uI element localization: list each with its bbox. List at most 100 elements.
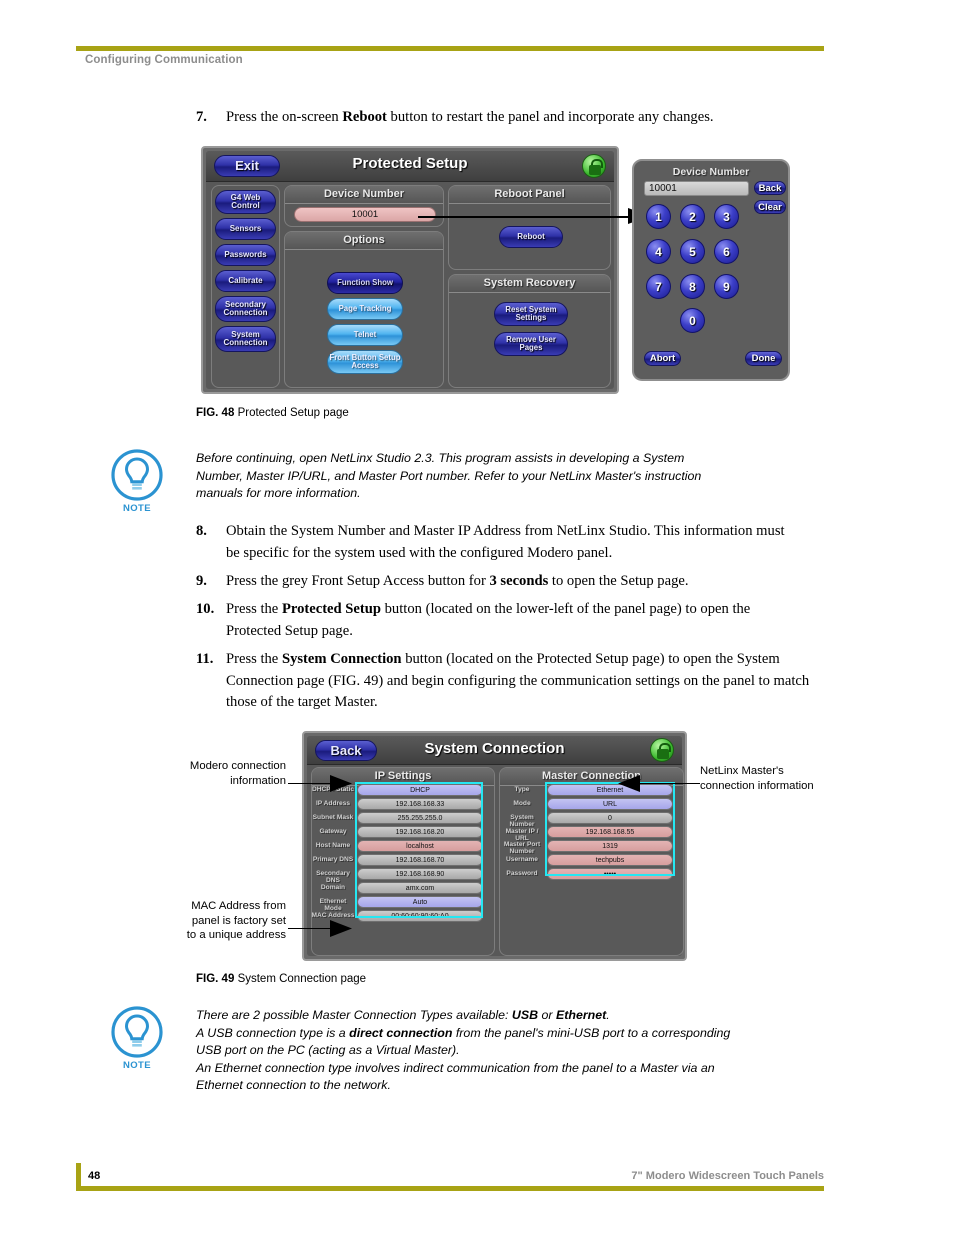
sidebar-item-secondary-connection[interactable]: Secondary Connection bbox=[215, 296, 276, 322]
reboot-button[interactable]: Reboot bbox=[499, 226, 563, 248]
step-10-number: 10. bbox=[196, 601, 215, 617]
step-11: 11. Press the System Connection button (… bbox=[196, 649, 816, 714]
keypad-key-5[interactable]: 5 bbox=[680, 239, 705, 264]
keypad-key-3[interactable]: 3 bbox=[714, 204, 739, 229]
options-group: Options Function Show Page Tracking Teln… bbox=[284, 231, 444, 388]
callout-right-arrow bbox=[618, 774, 640, 798]
header-section-title: Configuring Communication bbox=[85, 54, 243, 66]
reboot-group-header: Reboot Panel bbox=[449, 186, 610, 204]
device-number-keypad: Device Number 10001 Back Clear 1 2 3 4 5… bbox=[632, 159, 790, 381]
row-label-secondary-dns: Secondary DNS bbox=[316, 870, 350, 885]
callout-netlinx-master-connection-information: NetLinx Master's connection information bbox=[700, 765, 814, 792]
callout-modero-connection-information: Modero connection information bbox=[189, 760, 286, 787]
row-label-password: Password bbox=[506, 870, 538, 877]
keypad-key-0[interactable]: 0 bbox=[680, 308, 705, 333]
exit-button[interactable]: Exit bbox=[214, 155, 280, 177]
keypad-key-1[interactable]: 1 bbox=[646, 204, 671, 229]
row-label-domain: Domain bbox=[320, 884, 346, 891]
figure49-system-connection-panel: System Connection Back IP Settings Maste… bbox=[302, 731, 687, 961]
option-function-show[interactable]: Function Show bbox=[327, 272, 403, 294]
figure48-connector-line bbox=[418, 216, 633, 218]
step-9-text: Press the grey Front Setup Access button… bbox=[226, 573, 689, 589]
keypad-key-4[interactable]: 4 bbox=[646, 239, 671, 264]
step-7-text: Press the on-screen Reboot button to res… bbox=[226, 109, 714, 125]
device-number-field[interactable]: 10001 bbox=[294, 207, 436, 222]
lock-icon bbox=[582, 154, 606, 178]
ip-settings-highlight-box bbox=[355, 782, 483, 918]
row-label-master-port: Master Port Number bbox=[503, 841, 541, 856]
system-recovery-group: System Recovery Reset System Settings Re… bbox=[448, 274, 611, 388]
step-9: 9. Press the grey Front Setup Access but… bbox=[196, 571, 800, 593]
keypad-abort-button[interactable]: Abort bbox=[644, 351, 681, 366]
back-button[interactable]: Back bbox=[315, 740, 377, 761]
figure49-caption-text: System Connection page bbox=[237, 973, 367, 985]
lock-icon-2 bbox=[650, 738, 674, 762]
option-telnet[interactable]: Telnet bbox=[327, 324, 403, 346]
footer-page-number: 48 bbox=[88, 1170, 101, 1182]
figure48-caption-label: FIG. 48 bbox=[196, 407, 235, 419]
keypad-back-button[interactable]: Back bbox=[754, 181, 786, 195]
note2-icon-label: NOTE bbox=[123, 1060, 151, 1071]
footer-rule bbox=[76, 1186, 824, 1191]
master-connection-highlight-box bbox=[545, 782, 675, 876]
sidebar-item-system-connection[interactable]: System Connection bbox=[215, 326, 276, 352]
callout-left-bottom-arrow bbox=[330, 919, 352, 943]
figure49-caption: FIG. 49 System Connection page bbox=[196, 973, 366, 985]
figure48-caption-text: Protected Setup page bbox=[237, 407, 349, 419]
figure48-protected-setup-panel: Protected Setup Exit G4 Web Control Sens… bbox=[201, 146, 619, 394]
keypad-key-9[interactable]: 9 bbox=[714, 274, 739, 299]
reboot-panel-group: Reboot Panel Reboot bbox=[448, 185, 611, 270]
row-label-gateway: Gateway bbox=[319, 828, 347, 835]
row-label-ip-address: IP Address bbox=[315, 800, 351, 807]
row-label-username: Username bbox=[506, 856, 538, 863]
step-10: 10. Press the Protected Setup button (lo… bbox=[196, 599, 800, 642]
row-label-type: Type bbox=[514, 786, 530, 793]
keypad-key-2[interactable]: 2 bbox=[680, 204, 705, 229]
recovery-group-header: System Recovery bbox=[449, 275, 610, 293]
sidebar-item-calibrate[interactable]: Calibrate bbox=[215, 270, 276, 292]
keypad-title: Device Number bbox=[672, 166, 750, 178]
note2-icon-block: NOTE bbox=[107, 1005, 167, 1071]
callout-right-line bbox=[640, 783, 700, 784]
row-label-primary-dns: Primary DNS bbox=[312, 856, 354, 863]
panel-inner: Protected Setup Exit G4 Web Control Sens… bbox=[206, 151, 614, 389]
step-11-text: Press the System Connection button (loca… bbox=[226, 651, 810, 710]
header-rule bbox=[76, 46, 824, 51]
keypad-key-8[interactable]: 8 bbox=[680, 274, 705, 299]
figure48-caption: FIG. 48 Protected Setup page bbox=[196, 407, 349, 419]
sidebar-item-passwords[interactable]: Passwords bbox=[215, 244, 276, 266]
note1-icon-label: NOTE bbox=[123, 503, 151, 514]
option-front-button-setup-access[interactable]: Front Button Setup Access bbox=[327, 350, 403, 374]
row-label-mode: Mode bbox=[513, 800, 531, 807]
footer-document-title: 7" Modero Widescreen Touch Panels bbox=[631, 1170, 824, 1182]
keypad-key-7[interactable]: 7 bbox=[646, 274, 671, 299]
options-group-header: Options bbox=[285, 232, 443, 250]
row-label-host-name: Host Name bbox=[315, 842, 351, 849]
sidebar-item-sensors[interactable]: Sensors bbox=[215, 218, 276, 240]
note2-text: There are 2 possible Master Connection T… bbox=[196, 1008, 731, 1093]
document-page: Configuring Communication 7. Press the o… bbox=[0, 0, 954, 1235]
keypad-key-6[interactable]: 6 bbox=[714, 239, 739, 264]
row-label-subnet-mask: Subnet Mask bbox=[312, 814, 354, 821]
keypad-done-button[interactable]: Done bbox=[745, 351, 782, 366]
sidebar-group: G4 Web Control Sensors Passwords Calibra… bbox=[211, 185, 280, 388]
device-number-group-header: Device Number bbox=[285, 186, 443, 204]
sidebar-item-g4-web-control[interactable]: G4 Web Control bbox=[215, 190, 276, 214]
device-number-group: Device Number 10001 bbox=[284, 185, 444, 227]
remove-user-pages-button[interactable]: Remove User Pages bbox=[494, 332, 568, 356]
step-8-number: 8. bbox=[196, 523, 207, 539]
lightbulb-note-icon bbox=[111, 449, 163, 501]
lightbulb-note-icon-2 bbox=[111, 1006, 163, 1058]
keypad-clear-button[interactable]: Clear bbox=[754, 200, 786, 214]
keypad-display[interactable]: 10001 bbox=[644, 181, 749, 196]
note1-text: Before continuing, open NetLinx Studio 2… bbox=[196, 451, 702, 501]
step-10-text: Press the Protected Setup button (locate… bbox=[226, 601, 751, 639]
step-11-number: 11. bbox=[196, 651, 214, 667]
reset-system-settings-button[interactable]: Reset System Settings bbox=[494, 302, 568, 326]
step-7: 7. Press the on-screen Reboot button to … bbox=[196, 107, 796, 129]
callout-mac-address-note: MAC Address from panel is factory set to… bbox=[186, 900, 286, 942]
option-page-tracking[interactable]: Page Tracking bbox=[327, 298, 403, 320]
step-8: 8. Obtain the System Number and Master I… bbox=[196, 521, 800, 564]
panel-inner-2: System Connection Back IP Settings Maste… bbox=[307, 736, 684, 956]
step-9-number: 9. bbox=[196, 573, 207, 589]
